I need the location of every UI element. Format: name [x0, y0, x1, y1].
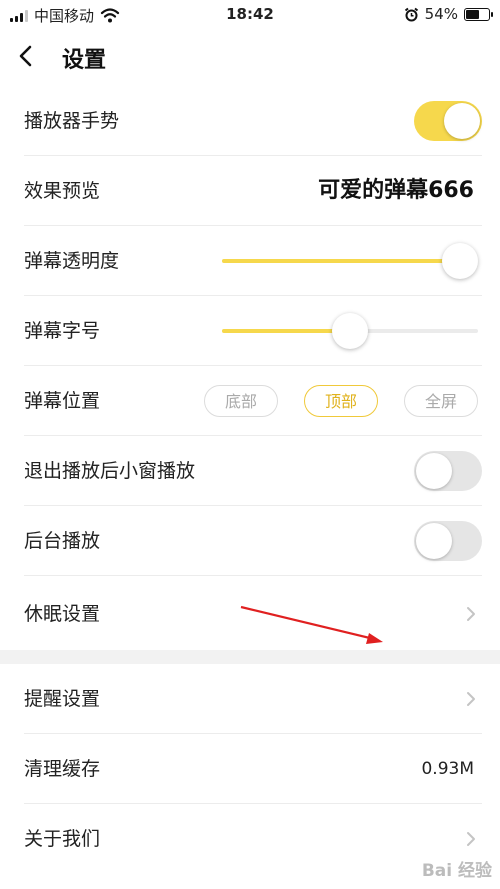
background-play-label: 后台播放	[24, 530, 101, 552]
page-title: 设置	[62, 48, 107, 73]
danmaku-font-size-slider[interactable]	[222, 296, 478, 366]
background-play-toggle[interactable]	[414, 521, 482, 561]
position-option-fullscreen[interactable]: 全屏	[404, 385, 478, 417]
position-option-top[interactable]: 顶部	[304, 385, 378, 417]
status-right: 54%	[404, 5, 493, 23]
annotation-arrow-icon	[240, 605, 383, 644]
effect-preview-label: 效果预览	[24, 180, 101, 202]
player-gesture-label: 播放器手势	[24, 110, 120, 132]
slider-thumb[interactable]	[442, 243, 479, 279]
player-gesture-toggle[interactable]	[414, 101, 482, 141]
section-separator	[0, 650, 500, 664]
pip-after-exit-toggle[interactable]	[414, 451, 482, 491]
row-clear-cache[interactable]: 清理缓存 0.93M	[0, 734, 500, 804]
cache-size-value: 0.93M	[421, 759, 474, 779]
row-background-play: 后台播放	[0, 506, 500, 576]
row-danmaku-position: 弹幕位置 底部 顶部 全屏	[0, 366, 500, 436]
chevron-right-icon	[467, 692, 475, 706]
reminder-settings-label: 提醒设置	[24, 688, 101, 710]
toggle-knob	[444, 103, 480, 139]
slider-fill	[222, 259, 461, 263]
toggle-knob	[416, 523, 452, 559]
slider-fill	[222, 329, 350, 333]
divider	[24, 575, 482, 576]
danmaku-opacity-label: 弹幕透明度	[24, 250, 120, 272]
nav-bar: 设置	[0, 28, 500, 86]
row-danmaku-font-size: 弹幕字号	[0, 296, 500, 366]
position-option-bottom[interactable]: 底部	[204, 385, 278, 417]
danmaku-opacity-slider[interactable]	[222, 226, 479, 296]
baidu-jingyan-watermark: Bai 经验	[421, 861, 492, 881]
danmaku-position-label: 弹幕位置	[24, 390, 101, 412]
toggle-knob	[416, 453, 452, 489]
about-us-label: 关于我们	[24, 828, 101, 850]
pip-after-exit-label: 退出播放后小窗播放	[24, 460, 196, 482]
battery-percent: 54%	[424, 5, 458, 23]
row-danmaku-opacity: 弹幕透明度	[0, 226, 500, 296]
effect-preview-text: 可爱的弹幕666	[318, 178, 474, 203]
slider-thumb[interactable]	[332, 313, 368, 349]
danmaku-font-size-label: 弹幕字号	[24, 320, 101, 342]
chevron-right-icon	[467, 607, 475, 621]
row-reminder-settings[interactable]: 提醒设置	[0, 664, 500, 734]
back-arrow-icon[interactable]	[12, 40, 40, 72]
row-effect-preview: 效果预览 可爱的弹幕666	[0, 156, 500, 226]
battery-icon	[464, 7, 493, 21]
status-bar: 中国移动 18:42 54%	[0, 0, 500, 28]
sleep-settings-label: 休眠设置	[24, 603, 101, 625]
alarm-icon	[404, 7, 418, 21]
clear-cache-label: 清理缓存	[24, 758, 101, 780]
row-pip-after-exit: 退出播放后小窗播放	[0, 436, 500, 506]
row-player-gesture: 播放器手势	[0, 86, 500, 156]
chevron-right-icon	[467, 832, 475, 846]
